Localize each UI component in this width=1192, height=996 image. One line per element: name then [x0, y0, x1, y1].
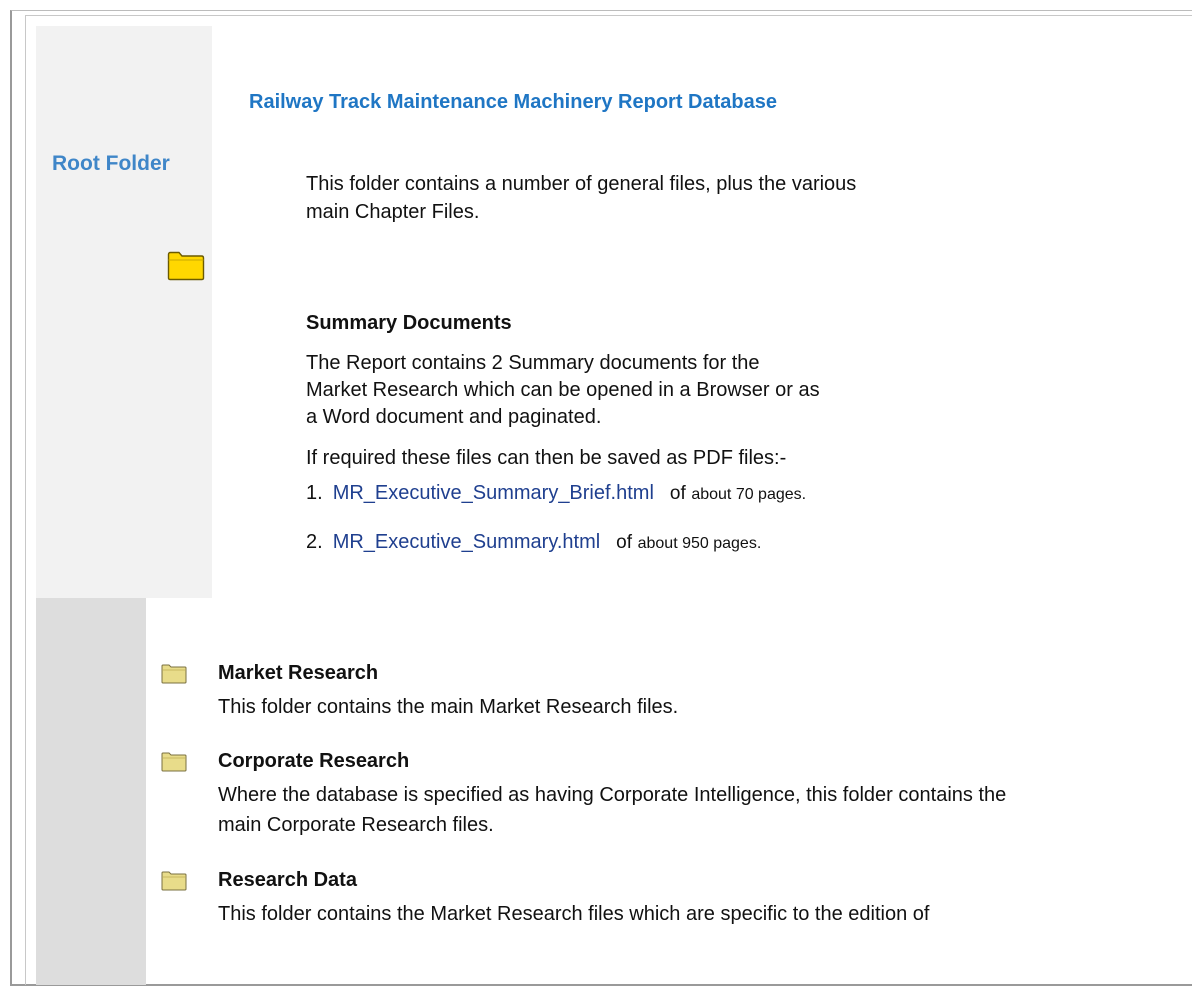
folder-icon	[161, 664, 187, 684]
of-label: of	[669, 483, 686, 504]
folder-title: Market Research	[218, 662, 379, 684]
of-label: of	[616, 532, 633, 553]
folder-icon	[161, 871, 187, 891]
pdf-note: If required these files can then be save…	[306, 447, 787, 469]
page-count: about 950 pages.	[637, 535, 762, 552]
folder-title: Corporate Research	[218, 750, 410, 772]
list-number: 2.	[306, 531, 323, 553]
executive-summary-brief-link[interactable]: MR_Executive_Summary_Brief.html	[333, 482, 654, 504]
folder-title: Research Data	[218, 869, 357, 891]
page-count: about 70 pages.	[691, 486, 807, 503]
sidebar-panel	[36, 26, 212, 598]
list-item: 2. MR_Executive_Summary.html of about 950 …	[306, 531, 761, 554]
page-title: Railway Track Maintenance Machinery Repo…	[249, 91, 777, 113]
folder-icon	[161, 752, 187, 772]
list-number: 1.	[306, 482, 323, 504]
summary-heading: Summary Documents	[306, 312, 512, 334]
folder-description: This folder contains the Market Research…	[218, 903, 930, 925]
summary-text: The Report contains 2 Summary documents …	[306, 352, 820, 428]
root-folder-label: Root Folder	[52, 152, 170, 175]
folder-icon	[167, 251, 205, 281]
intro-text: This folder contains a number of general…	[306, 173, 857, 223]
folder-description: This folder contains the main Market Res…	[218, 696, 679, 718]
folder-list-gutter	[36, 598, 146, 985]
list-item: 1. MR_Executive_Summary_Brief.html of abou…	[306, 482, 806, 505]
executive-summary-link[interactable]: MR_Executive_Summary.html	[333, 531, 600, 553]
folder-description: Where the database is specified as havin…	[218, 784, 1007, 836]
